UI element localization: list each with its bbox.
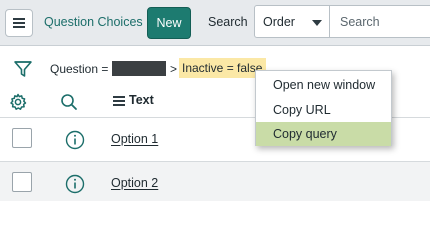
row-text-link[interactable]: Option 2 bbox=[111, 176, 158, 190]
list-page: Question Choices New Search Order Questi… bbox=[0, 0, 430, 201]
column-menu-icon[interactable] bbox=[113, 96, 125, 106]
row-checkbox[interactable] bbox=[12, 128, 32, 148]
list-menu-button[interactable] bbox=[5, 9, 33, 37]
search-icon[interactable] bbox=[60, 93, 78, 111]
context-menu: Open new window Copy URL Copy query bbox=[255, 70, 392, 146]
menu-item-copy-query[interactable]: Copy query bbox=[256, 122, 391, 146]
hamburger-icon bbox=[13, 18, 25, 28]
menu-item-copy-url[interactable]: Copy URL bbox=[256, 98, 391, 122]
row-checkbox[interactable] bbox=[12, 172, 32, 192]
search-field-select[interactable]: Order bbox=[254, 5, 330, 38]
info-icon[interactable] bbox=[65, 174, 85, 194]
funnel-icon[interactable] bbox=[13, 59, 33, 79]
breadcrumb-inactive-condition[interactable]: Inactive = false bbox=[179, 58, 267, 78]
breadcrumb-question[interactable]: Question = bbox=[50, 62, 108, 76]
menu-item-open-new-window[interactable]: Open new window bbox=[256, 73, 391, 97]
table-row: Option 2 bbox=[0, 162, 430, 201]
new-button[interactable]: New bbox=[147, 7, 191, 39]
search-input[interactable] bbox=[329, 5, 430, 38]
search-label: Search bbox=[208, 15, 248, 29]
row-text-link[interactable]: Option 1 bbox=[111, 132, 158, 146]
list-title: Question Choices bbox=[44, 15, 143, 29]
info-icon[interactable] bbox=[65, 130, 85, 150]
caret-down-icon bbox=[312, 20, 322, 26]
list-header-bar: Question Choices New Search Order bbox=[0, 0, 430, 46]
search-field-selected: Order bbox=[263, 15, 295, 29]
breadcrumb-separator: > bbox=[170, 62, 178, 76]
gear-icon[interactable] bbox=[9, 93, 27, 111]
redacted-value bbox=[112, 61, 166, 76]
column-header-text[interactable]: Text bbox=[129, 93, 154, 107]
